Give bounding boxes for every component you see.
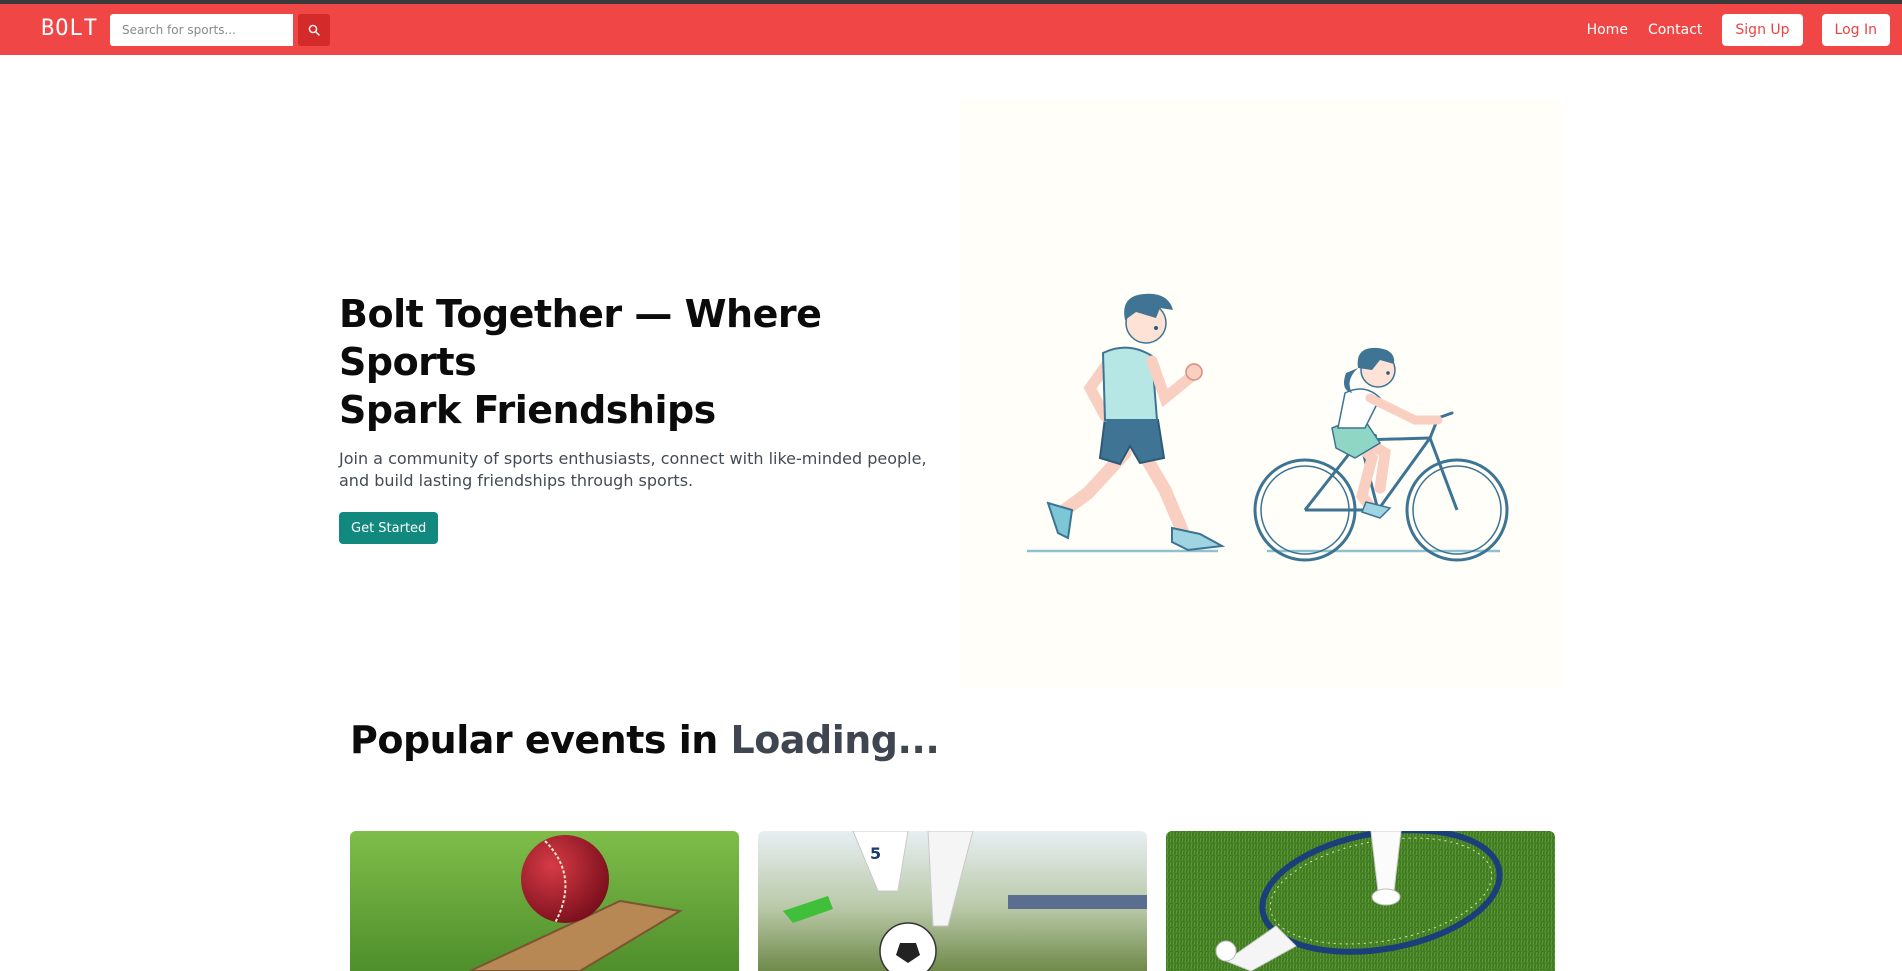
event-card-football[interactable]: 5 (758, 831, 1147, 971)
runner-and-cyclist-illustration (1027, 293, 1509, 562)
signup-button[interactable]: Sign Up (1722, 14, 1803, 46)
hero-subtitle-line2: and build lasting friendships through sp… (339, 471, 694, 490)
get-started-button[interactable]: Get Started (339, 512, 439, 544)
event-card-badminton[interactable] (1166, 831, 1555, 971)
navbar: BOLT Home Contact Sign Up Log In (0, 4, 1902, 55)
popular-events-prefix: Popular events in (350, 718, 718, 762)
nav-link-contact[interactable]: Contact (1648, 22, 1702, 38)
hero-text: Bolt Together — Where Sports Spark Frien… (339, 290, 939, 544)
cyclist-figure (1253, 347, 1509, 562)
badminton-image (1166, 831, 1555, 971)
search-icon (308, 24, 320, 36)
hero-title-line2: Spark Friendships (339, 388, 716, 432)
logo[interactable]: BOLT (41, 16, 98, 41)
popular-events-heading: Popular events in Loading... (350, 718, 940, 762)
login-button[interactable]: Log In (1821, 14, 1890, 46)
event-card-cricket[interactable] (350, 831, 739, 971)
nav-link-home[interactable]: Home (1587, 22, 1628, 38)
popular-events-location: Loading... (730, 718, 940, 762)
runner-figure (1046, 293, 1226, 552)
search-bar (110, 14, 330, 46)
search-button[interactable] (298, 14, 330, 46)
football-image: 5 (758, 831, 1147, 971)
event-cards: 5 (350, 831, 1555, 971)
nav-right: Home Contact Sign Up Log In (1587, 14, 1890, 46)
jersey-number: 5 (870, 844, 881, 863)
cricket-image (350, 831, 739, 971)
hero-title-line1: Bolt Together — Where Sports (339, 292, 822, 384)
hero-title: Bolt Together — Where Sports Spark Frien… (339, 290, 939, 434)
hero-illustration (960, 98, 1562, 688)
hero-subtitle: Join a community of sports enthusiasts, … (339, 448, 939, 492)
search-input[interactable] (110, 14, 293, 46)
hero-subtitle-line1: Join a community of sports enthusiasts, … (339, 449, 927, 468)
